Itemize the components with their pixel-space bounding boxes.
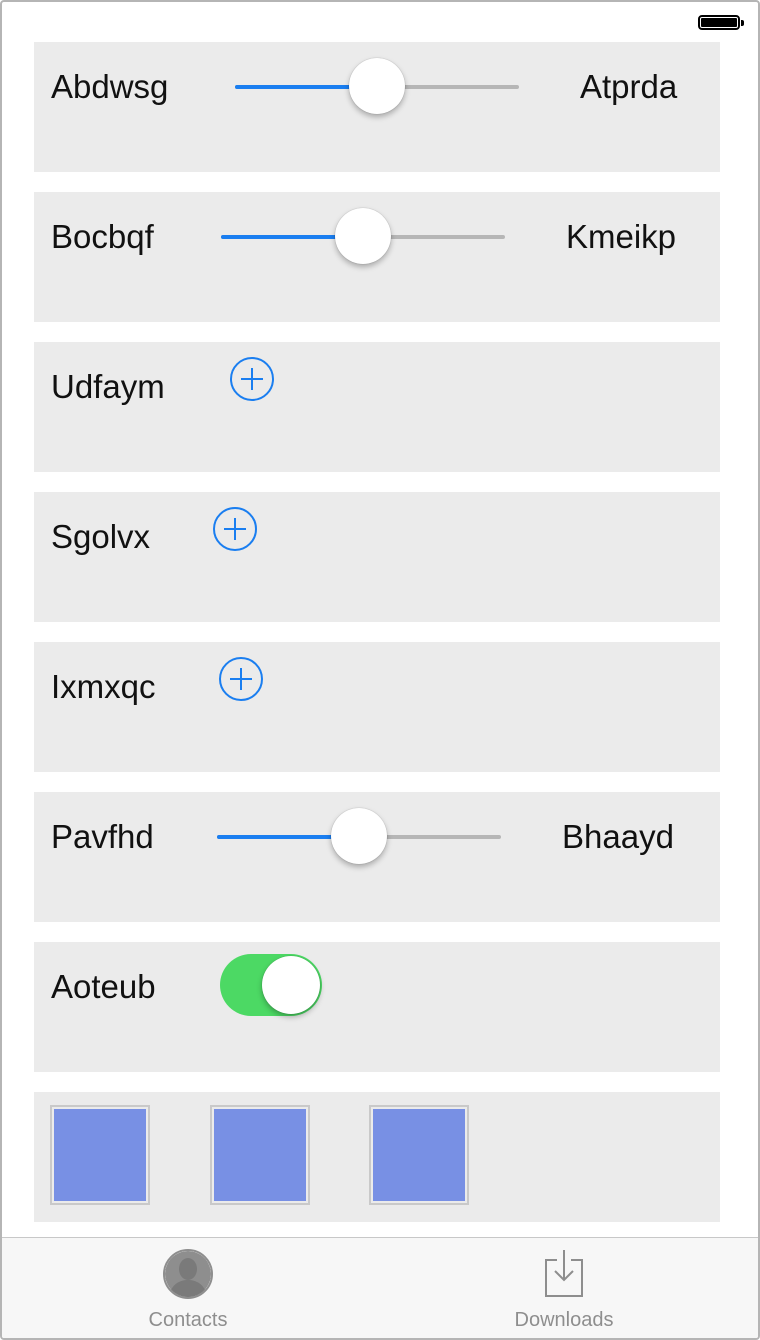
battery-icon [698, 15, 744, 30]
color-tile-fill [373, 1109, 465, 1201]
value-slider[interactable] [235, 58, 519, 114]
row-label: Udfaym [51, 368, 165, 405]
row-label: Abdwsg [51, 68, 169, 105]
color-tile-fill [54, 1109, 146, 1201]
toggle-switch[interactable] [220, 954, 322, 1016]
plus-glyph [241, 368, 263, 390]
toggle-knob [262, 956, 320, 1014]
app-window: Abdwsg Atprda Bocbqf Kmeikp Udfaym Sgolv… [0, 0, 760, 1340]
status-bar [2, 2, 758, 42]
settings-row-toggle: Aoteub [34, 942, 720, 1072]
plus-glyph [224, 518, 246, 540]
row-label: Aoteub [51, 968, 156, 1005]
tab-label: Downloads [514, 1309, 614, 1331]
battery-tip [741, 20, 744, 26]
settings-row-add: Sgolvx [34, 492, 720, 622]
slider-thumb[interactable] [335, 208, 391, 264]
download-tray-icon [545, 1250, 583, 1297]
settings-row-add: Udfaym [34, 342, 720, 472]
value-slider[interactable] [217, 808, 501, 864]
color-tile[interactable] [210, 1105, 310, 1205]
row-label: Bocbqf [51, 218, 154, 255]
plus-glyph [230, 668, 252, 690]
tab-label: Contacts [148, 1309, 228, 1331]
settings-row-add: Ixmxqc [34, 642, 720, 772]
settings-row-tiles [34, 1092, 720, 1222]
plus-circle-icon[interactable] [213, 507, 257, 551]
row-value-label: Kmeikp [566, 218, 677, 255]
row-label: Sgolvx [51, 518, 151, 555]
color-tile[interactable] [50, 1105, 150, 1205]
row-label: Pavfhd [51, 818, 154, 855]
slider-thumb[interactable] [331, 808, 387, 864]
settings-row-slider: Abdwsg Atprda [34, 42, 720, 172]
battery-fill [701, 18, 737, 27]
settings-row-slider: Bocbqf Kmeikp [34, 192, 720, 322]
row-label: Ixmxqc [51, 668, 156, 705]
tab-contacts[interactable]: Contacts [88, 1238, 288, 1338]
tab-bar: Contacts Downloads [2, 1237, 758, 1338]
row-value-label: Atprda [580, 68, 678, 105]
plus-circle-icon[interactable] [219, 657, 263, 701]
row-value-label: Bhaayd [562, 818, 674, 855]
settings-row-slider: Pavfhd Bhaayd [34, 792, 720, 922]
tab-downloads[interactable]: Downloads [464, 1238, 664, 1338]
person-icon [163, 1249, 213, 1299]
color-tile[interactable] [369, 1105, 469, 1205]
color-tile-fill [214, 1109, 306, 1201]
plus-circle-icon[interactable] [230, 357, 274, 401]
value-slider[interactable] [221, 208, 505, 264]
slider-thumb[interactable] [349, 58, 405, 114]
